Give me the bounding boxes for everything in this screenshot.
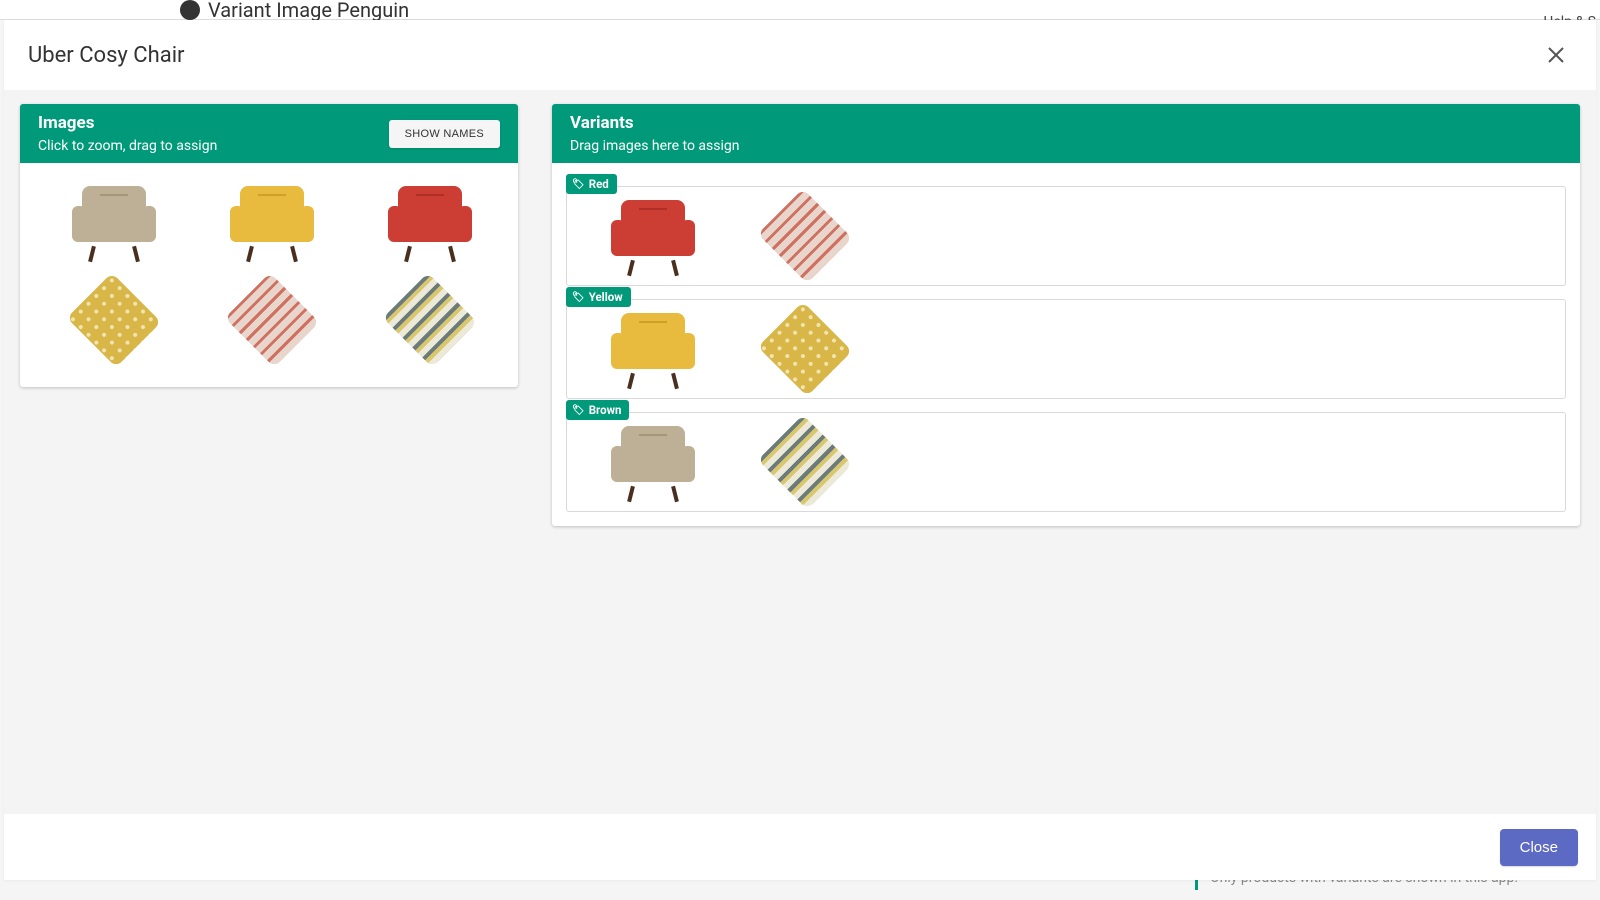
variant-thumb-pillow-stripe[interactable] — [735, 420, 875, 504]
variants-panel-subtitle: Drag images here to assign — [570, 138, 740, 154]
images-grid — [20, 163, 518, 387]
images-panel-subtitle: Click to zoom, drag to assign — [38, 138, 217, 154]
tag-icon: 🏷 — [572, 405, 585, 416]
modal-title: Uber Cosy Chair — [28, 43, 185, 68]
pillow-red-thumbnail — [233, 284, 311, 356]
variant-thumb-chair-red[interactable] — [583, 194, 723, 278]
variant-group-yellow: 🏷 Yellow — [566, 288, 1566, 399]
images-panel-header: Images Click to zoom, drag to assign SHO… — [20, 104, 518, 163]
close-button[interactable]: Close — [1500, 829, 1578, 866]
variant-label: Red — [589, 177, 609, 191]
variant-dropzone-red[interactable] — [566, 186, 1566, 286]
variant-label: Yellow — [589, 290, 623, 304]
variant-label: Brown — [589, 403, 622, 417]
product-modal: Uber Cosy Chair Images Click to zoom, dr… — [4, 20, 1596, 880]
image-pillow-red[interactable] — [202, 275, 342, 365]
variants-panel-header: Variants Drag images here to assign — [552, 104, 1580, 163]
variants-panel: Variants Drag images here to assign 🏷 Re… — [552, 104, 1580, 526]
chair-red-thumbnail — [386, 182, 474, 262]
tag-icon: 🏷 — [572, 179, 585, 190]
variant-tag-red[interactable]: 🏷 Red — [566, 174, 617, 194]
variant-thumb-pillow-red[interactable] — [735, 194, 875, 278]
variant-group-red: 🏷 Red — [566, 175, 1566, 286]
pillow-stripe-thumbnail — [391, 284, 469, 356]
variants-panel-title: Variants — [570, 113, 740, 133]
modal-header: Uber Cosy Chair — [4, 20, 1596, 90]
variant-thumb-chair-yellow[interactable] — [583, 307, 723, 391]
image-pillow-stripe[interactable] — [360, 275, 500, 365]
images-panel: Images Click to zoom, drag to assign SHO… — [20, 104, 518, 387]
close-icon[interactable] — [1540, 39, 1572, 71]
app-logo-icon — [180, 0, 200, 20]
variant-thumb-chair-brown[interactable] — [583, 420, 723, 504]
image-chair-brown[interactable] — [44, 177, 184, 267]
background-app-header: Variant Image Penguin — [0, 0, 1600, 20]
variant-tag-brown[interactable]: 🏷 Brown — [566, 400, 629, 420]
show-names-button[interactable]: SHOW NAMES — [389, 120, 500, 148]
image-pillow-yellow[interactable] — [44, 275, 184, 365]
variant-dropzone-brown[interactable] — [566, 412, 1566, 512]
background-app-title: Variant Image Penguin — [208, 0, 409, 22]
image-chair-red[interactable] — [360, 177, 500, 267]
pillow-yellow-thumbnail — [75, 284, 153, 356]
variants-list: 🏷 Red 🏷 Y — [552, 163, 1580, 526]
modal-footer: Close — [4, 814, 1596, 880]
variant-tag-yellow[interactable]: 🏷 Yellow — [566, 287, 631, 307]
chair-yellow-thumbnail — [228, 182, 316, 262]
variant-thumb-pillow-yellow[interactable] — [735, 307, 875, 391]
tag-icon: 🏷 — [572, 292, 585, 303]
variant-group-brown: 🏷 Brown — [566, 401, 1566, 512]
chair-brown-thumbnail — [70, 182, 158, 262]
modal-body: Images Click to zoom, drag to assign SHO… — [4, 90, 1596, 814]
images-panel-title: Images — [38, 113, 217, 133]
variant-dropzone-yellow[interactable] — [566, 299, 1566, 399]
image-chair-yellow[interactable] — [202, 177, 342, 267]
